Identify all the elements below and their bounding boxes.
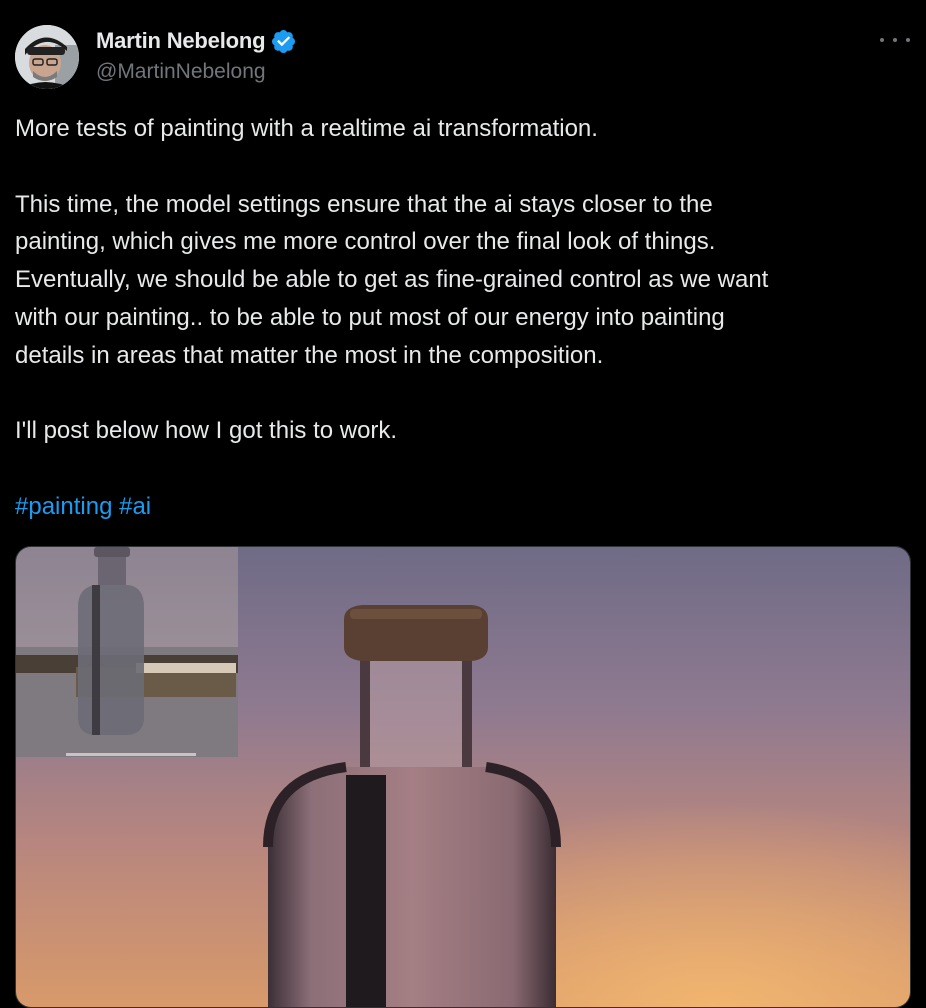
author-avatar[interactable] (15, 25, 79, 89)
hashtag-ai[interactable]: #ai (119, 493, 151, 520)
avatar-photo (15, 25, 79, 89)
author-handle[interactable]: @MartinNebelong (96, 60, 297, 84)
tweet-line: with our painting.. to be able to put mo… (15, 303, 725, 331)
tweet-line: details in areas that matter the most in… (15, 341, 604, 369)
more-options-button[interactable] (880, 32, 910, 48)
more-options-icon (906, 38, 910, 42)
media-frame (16, 547, 910, 1007)
hashtag-painting[interactable]: #painting (15, 493, 112, 520)
tweet-line: This time, the model settings ensure tha… (15, 190, 713, 218)
tweet-text: More tests of painting with a realtime a… (15, 110, 910, 526)
hashtags: #painting #ai (15, 488, 910, 526)
more-options-icon (893, 38, 897, 42)
tweet-line: More tests of painting with a realtime a… (15, 115, 598, 142)
tweet-line: painting, which gives me more control ov… (15, 228, 716, 256)
author-display-name[interactable]: Martin Nebelong (96, 28, 266, 54)
tweet-line: Eventually, we should be able to get as … (15, 266, 769, 294)
tweet-line: I'll post below how I got this to work. (15, 417, 398, 445)
painting-inset (16, 547, 238, 757)
author-info: Martin Nebelong @MartinNebelong (96, 28, 297, 84)
more-options-icon (880, 38, 884, 42)
tweet-media-video[interactable] (15, 546, 911, 1008)
verified-badge-icon (272, 29, 296, 53)
